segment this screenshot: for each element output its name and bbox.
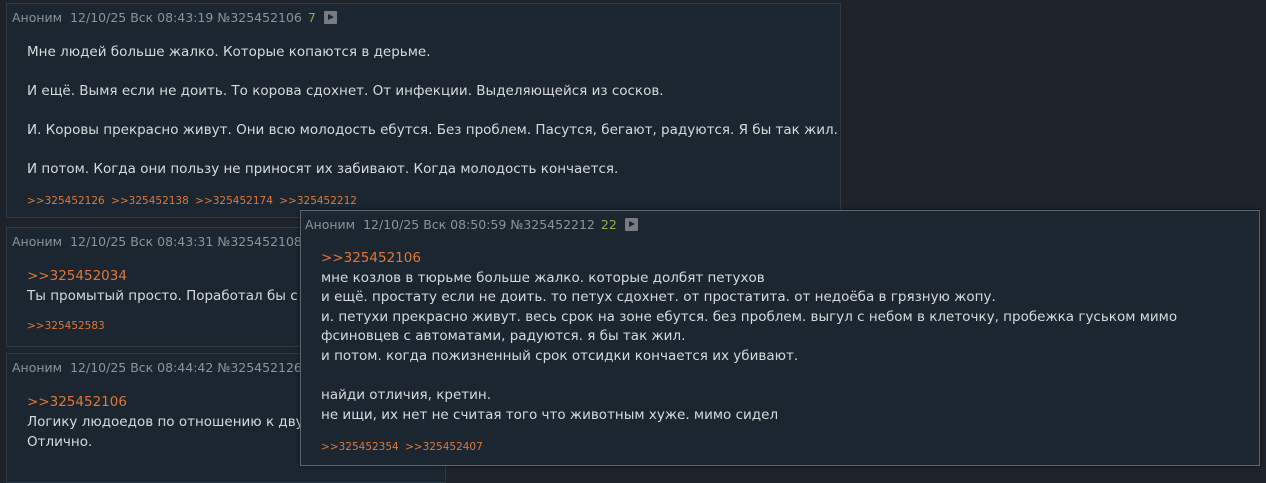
- message-line: и потом. когда пожизненный срок отсидки …: [321, 347, 799, 364]
- post-message: Мне людей больше жалко. Которые копаются…: [27, 43, 838, 180]
- reply-link[interactable]: >>325452212: [279, 195, 357, 207]
- post-message: >>325452034 Ты промытый просто. Поработа…: [27, 266, 311, 306]
- post-number[interactable]: №325452106: [217, 10, 302, 26]
- message-line: не ищи, их нет не считая того что животн…: [321, 406, 779, 423]
- quote-link[interactable]: >>325452106: [321, 249, 1177, 269]
- message-line: И. Коровы прекрасно живут. Они всю молод…: [27, 122, 838, 138]
- message-line: найди отличия, кретин.: [321, 387, 492, 404]
- reply-count: 7: [307, 10, 316, 25]
- reply-count: 22: [600, 217, 617, 232]
- reply-links: >>325452583: [27, 320, 108, 332]
- post-message: >>325452106 мне козлов в тюрьме больше ж…: [321, 249, 1177, 425]
- message-line: Мне людей больше жалко. Которые копаются…: [27, 44, 431, 60]
- post-author: Аноним: [12, 10, 63, 25]
- post-number[interactable]: №325452126: [217, 360, 302, 376]
- post-author: Аноним: [305, 217, 356, 232]
- message-line: Отлично.: [27, 434, 93, 450]
- post-header: Аноним 12/10/25 Вск 08:43:19 №325452106 …: [12, 10, 337, 26]
- post-header: Аноним 12/10/25 Вск 08:44:42 №325452126 …: [12, 360, 316, 376]
- message-line: И ещё. Вымя если не доить. То корова сдо…: [27, 83, 664, 99]
- message-line: мне козлов в тюрьме больше жалко. которы…: [321, 269, 765, 286]
- reply-link[interactable]: >>325452354: [321, 441, 399, 453]
- message-line: фсиновцев с автоматами, радуются. я бы т…: [321, 328, 686, 345]
- reply-links: >>325452126 >>325452138 >>325452174 >>32…: [27, 195, 360, 207]
- post-header: Аноним 12/10/25 Вск 08:50:59 №325452212 …: [305, 217, 638, 233]
- quote-link[interactable]: >>325452034: [27, 266, 311, 286]
- post-number[interactable]: №325452108: [217, 234, 302, 250]
- expand-arrow-icon[interactable]: [624, 218, 638, 231]
- post-number[interactable]: №325452212: [510, 217, 595, 233]
- reply-link[interactable]: >>325452174: [195, 195, 273, 207]
- post-date: 12/10/25 Вск 08:44:42: [70, 360, 214, 375]
- post-header: Аноним 12/10/25 Вск 08:43:31 №325452108 …: [12, 234, 316, 250]
- post-author: Аноним: [12, 234, 63, 249]
- message-line: и. петухи прекрасно живут. весь срок на …: [321, 308, 1178, 325]
- post-message: >>325452106 Логику людоедов по отношению…: [27, 392, 313, 452]
- post-date: 12/10/25 Вск 08:43:19: [70, 10, 214, 25]
- reply-link[interactable]: >>325452126: [27, 195, 105, 207]
- reply-link[interactable]: >>325452138: [111, 195, 189, 207]
- reply-link[interactable]: >>325452583: [27, 320, 105, 332]
- reply-link[interactable]: >>325452407: [405, 441, 483, 453]
- post-date: 12/10/25 Вск 08:50:59: [363, 217, 507, 232]
- quote-link[interactable]: >>325452106: [27, 392, 313, 412]
- message-line: Логику людоедов по отношению к двун: [27, 414, 313, 430]
- post-preview-popup: Аноним 12/10/25 Вск 08:50:59 №325452212 …: [300, 210, 1260, 466]
- post: Аноним 12/10/25 Вск 08:43:19 №325452106 …: [6, 3, 841, 218]
- expand-arrow-icon[interactable]: [323, 11, 337, 24]
- message-line: И потом. Когда они пользу не приносят их…: [27, 161, 619, 177]
- message-line: Ты промытый просто. Поработал бы с н: [27, 288, 311, 304]
- post-date: 12/10/25 Вск 08:43:31: [70, 234, 214, 249]
- message-line: и ещё. простату если не доить. то петух …: [321, 289, 996, 306]
- post-author: Аноним: [12, 360, 63, 375]
- reply-links: >>325452354 >>325452407: [321, 441, 486, 453]
